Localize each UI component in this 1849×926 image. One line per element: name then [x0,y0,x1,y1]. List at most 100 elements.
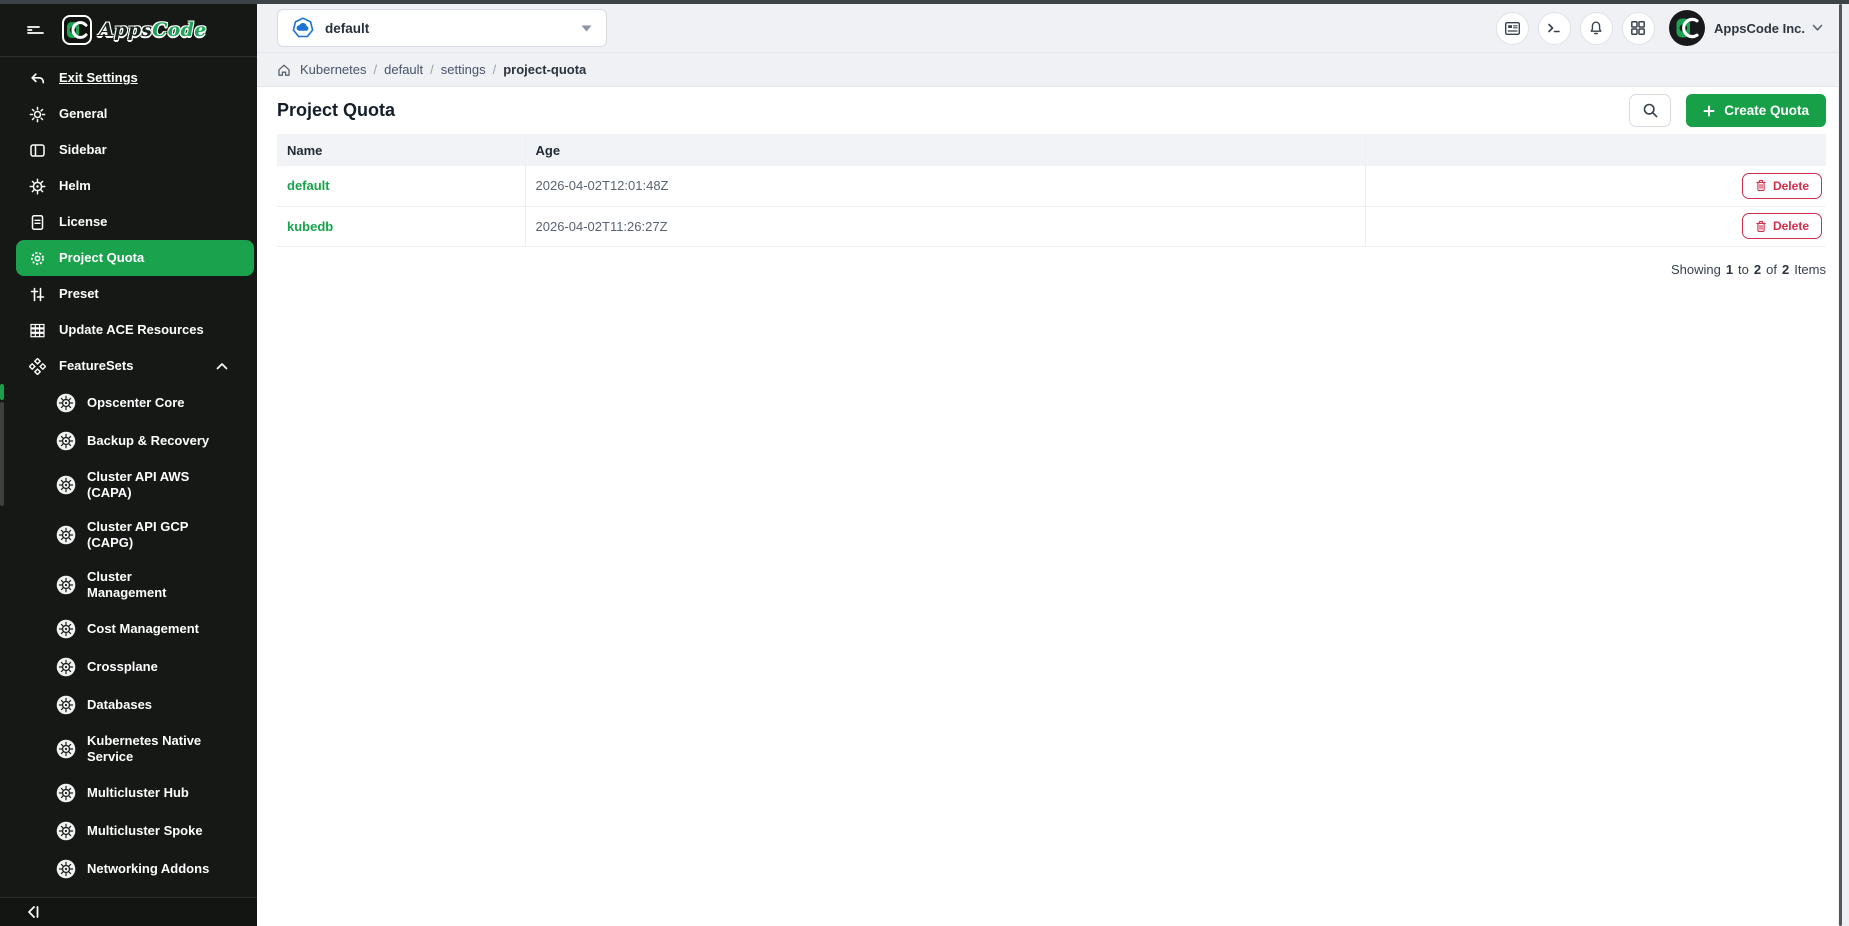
sidebar-item-helm[interactable]: Helm [16,168,254,204]
back-arrow-icon [28,71,46,86]
breadcrumb-current: project-quota [503,62,586,77]
sidebar-layout-icon [28,142,46,159]
column-header-age: Age [525,134,1365,166]
create-quota-button[interactable]: Create Quota [1686,94,1826,127]
sidebar-scrollbar[interactable] [0,384,4,506]
sidebar-featureset-item[interactable]: Multicluster Spoke [16,812,254,850]
quota-link-default[interactable]: default [287,178,330,193]
account-avatar[interactable] [1669,10,1705,46]
sidebar-item-general[interactable]: General [16,96,254,132]
kubernetes-wheel-icon [56,821,76,841]
sidebar-item-label: Update ACE Resources [59,322,204,338]
sidebar-featureset-label: Crossplane [87,659,158,675]
sidebar-item-sidebar[interactable]: Sidebar [16,132,254,168]
kubernetes-wheel-icon [56,657,76,677]
sidebar-featureset-item[interactable]: Cluster Management [16,560,254,610]
sidebar-scrollbar-thumb[interactable] [0,402,4,506]
plus-icon [1703,105,1715,117]
sidebar-item-label: Project Quota [59,250,144,266]
breadcrumb-link-kubernetes[interactable]: Kubernetes [300,62,367,77]
brand-wordmark: AppsCode [99,19,207,41]
quota-age: 2026-04-02T12:01:48Z [536,178,669,193]
sidebar-featureset-label: Cost Management [87,621,199,637]
kubernetes-wheel-icon [56,619,76,639]
sidebar-featureset-label: Networking Addons [87,861,209,877]
page-header: Project Quota Create Quota [277,87,1826,134]
sidebar-featureset-label: Databases [87,697,152,713]
breadcrumb: Kubernetes / default / settings / projec… [257,53,1849,87]
sidebar-item-featuresets[interactable]: FeatureSets [16,348,254,384]
column-header-name: Name [277,134,525,166]
breadcrumb-separator: / [430,62,434,77]
page-scrollbar-thumb[interactable] [1839,4,1842,926]
cluster-cloud-icon [292,17,314,39]
pagination-total: 2 [1782,262,1789,277]
sidebar-featureset-item[interactable]: Backup & Recovery [16,422,254,460]
sidebar-featureset-item[interactable]: Multicluster Hub [16,774,254,812]
home-icon[interactable] [277,63,291,77]
quota-link-kubedb[interactable]: kubedb [287,219,333,234]
chevron-down-icon[interactable] [1812,24,1823,32]
delete-button[interactable]: Delete [1742,213,1822,239]
collapse-sidebar-icon[interactable] [26,904,42,920]
pagination-text: to [1738,262,1749,277]
news-button[interactable] [1496,12,1529,45]
pagination-to: 2 [1754,262,1761,277]
sidebar-nav: Exit Settings General Sidebar Helm [0,57,257,897]
sidebar-featureset-item[interactable]: Databases [16,686,254,724]
breadcrumb-separator: / [493,62,497,77]
cluster-selector-value: default [325,21,369,36]
sidebar-featureset-item[interactable]: Kubernetes Native Service [16,724,254,774]
apps-grid-button[interactable] [1622,12,1655,45]
pagination: Showing 1 to 2 of 2 Items [277,262,1826,277]
sidebar-item-project-quota[interactable]: Project Quota [16,240,254,276]
sidebar-featureset-item[interactable]: Opscenter Core [16,384,254,422]
search-icon [1642,102,1659,119]
sidebar-item-update-ace-resources[interactable]: Update ACE Resources [16,312,254,348]
cluster-selector[interactable]: default [277,9,607,47]
resources-grid-icon [28,322,46,339]
sidebar-featureset-label: Cluster API AWS (CAPA) [87,469,189,501]
page-scrollbar[interactable] [1838,4,1849,926]
sidebar-item-license[interactable]: License [16,204,254,240]
create-quota-label: Create Quota [1724,103,1809,118]
sidebar-featureset-item[interactable]: Cluster API AWS (CAPA) [16,460,254,510]
sidebar-item-label: Preset [59,286,99,302]
pagination-from: 1 [1726,262,1733,277]
settings-sidebar: AppsCode Exit Settings General [0,4,257,926]
sidebar-featureset-item[interactable]: Cluster API GCP (CAPG) [16,510,254,560]
kubernetes-wheel-icon [56,739,76,759]
delete-button[interactable]: Delete [1742,173,1822,199]
topbar-actions: AppsCode Inc. [1487,10,1823,46]
kubernetes-wheel-icon [56,431,76,451]
terminal-button[interactable] [1538,12,1571,45]
helm-wheel-icon [28,178,46,195]
trash-icon [1755,220,1767,233]
search-button[interactable] [1629,94,1671,127]
appscode-logo-mark-icon [62,15,92,45]
table-row: kubedb 2026-04-02T11:26:27Z Delete [277,206,1826,246]
account-name[interactable]: AppsCode Inc. [1714,21,1805,36]
breadcrumb-link-settings[interactable]: settings [441,62,486,77]
sidebar-item-exit-settings[interactable]: Exit Settings [16,60,254,96]
sidebar-item-preset[interactable]: Preset [16,276,254,312]
kubernetes-wheel-icon [56,525,76,545]
sidebar-featureset-item[interactable]: Observability [16,888,254,897]
breadcrumb-link-default[interactable]: default [384,62,423,77]
page-title: Project Quota [277,100,395,121]
topbar: default [257,4,1849,53]
sidebar-featureset-label: Cluster Management [87,569,166,601]
quota-gear-icon [28,250,46,267]
menu-icon[interactable] [26,22,45,38]
sidebar-footer [0,897,257,926]
sidebar-featureset-label: Backup & Recovery [87,433,209,449]
chevron-up-icon[interactable] [216,362,228,370]
appscode-logo[interactable]: AppsCode [62,15,207,45]
sidebar-featureset-item[interactable]: Networking Addons [16,850,254,888]
sidebar-featureset-item[interactable]: Crossplane [16,648,254,686]
page-actions: Create Quota [1629,94,1826,127]
bell-icon[interactable] [1580,12,1613,45]
sidebar-featureset-item[interactable]: Cost Management [16,610,254,648]
sidebar-item-label: Helm [59,178,91,194]
sidebar-featureset-label: Opscenter Core [87,395,185,411]
